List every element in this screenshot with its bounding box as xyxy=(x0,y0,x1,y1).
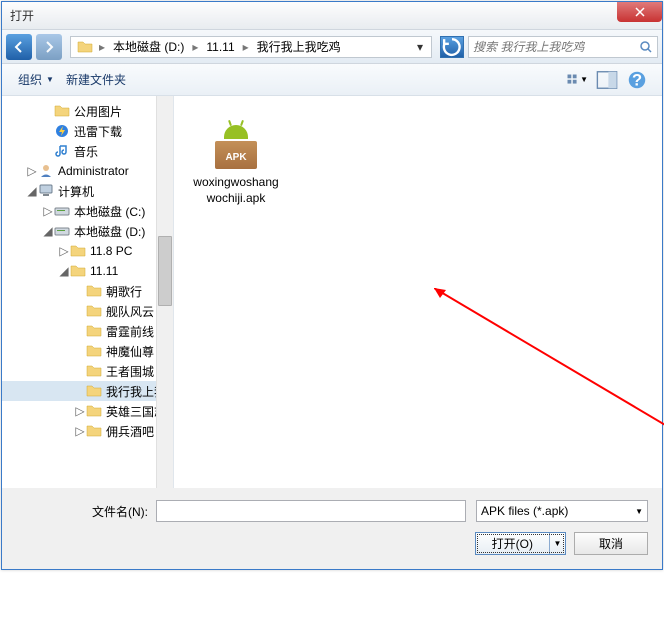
tree-item[interactable]: ▷ Administrator xyxy=(2,161,173,181)
open-dropdown-icon[interactable]: ▼ xyxy=(549,533,565,554)
tree-item[interactable]: 雷霆前线 xyxy=(2,321,173,341)
tree-item-label: 朝歌行 xyxy=(106,283,142,300)
tree-item[interactable]: 神魔仙尊 xyxy=(2,341,173,361)
refresh-button[interactable] xyxy=(440,36,464,58)
tree-item-label: 王者围城 xyxy=(106,363,154,380)
breadcrumb-sep-icon: ▸ xyxy=(190,40,200,54)
tree-item[interactable]: 迅雷下载 xyxy=(2,121,173,141)
apk-icon: APK xyxy=(210,117,262,169)
chevron-down-icon: ▼ xyxy=(635,507,643,516)
scrollbar-thumb[interactable] xyxy=(158,236,172,306)
nav-bar: ▸ 本地磁盘 (D:) ▸ 11.11 ▸ 我行我上我吃鸡 ▾ xyxy=(2,30,662,64)
filetype-dropdown[interactable]: APK files (*.apk) ▼ xyxy=(476,500,648,522)
main-area: 公用图片迅雷下载音乐 ▷ Administrator ◢ 计算机 ▷ 本地磁盘 (C:) ◢ 本… xyxy=(2,96,662,488)
open-button-label: 打开(O) xyxy=(476,533,549,554)
tree-item[interactable]: ▷ 本地磁盘 (C:) xyxy=(2,201,173,221)
tree-item[interactable]: 王者围城 xyxy=(2,361,173,381)
back-button[interactable] xyxy=(6,34,32,60)
tree-expand-icon[interactable]: ◢ xyxy=(26,184,38,198)
tree-item-label: 11.8 PC xyxy=(90,244,132,258)
preview-pane-button[interactable] xyxy=(596,69,618,91)
tree-expand-icon[interactable]: ▷ xyxy=(74,404,86,418)
tree-expand-icon[interactable]: ▷ xyxy=(42,204,54,218)
filename-input[interactable] xyxy=(156,500,466,522)
tree-item-label: 本地磁盘 (D:) xyxy=(74,223,145,240)
annotation-arrow-icon xyxy=(434,288,664,458)
file-name-label: woxingwoshang wochiji.apk xyxy=(191,175,281,206)
filetype-label: APK files (*.apk) xyxy=(481,504,568,518)
file-list[interactable]: APK woxingwoshang wochiji.apk xyxy=(174,96,662,488)
tree-item[interactable]: 我行我上我 xyxy=(2,381,173,401)
breadcrumb-item[interactable]: 11.11 xyxy=(200,40,240,54)
breadcrumb-item[interactable]: 我行我上我吃鸡 xyxy=(251,38,347,55)
view-button[interactable]: ▼ xyxy=(566,69,588,91)
tree-item-label: 公用图片 xyxy=(74,103,122,120)
search-box[interactable] xyxy=(468,36,658,58)
new-folder-button[interactable]: 新建文件夹 xyxy=(60,71,132,88)
chevron-down-icon: ▼ xyxy=(580,75,588,84)
folder-icon xyxy=(77,39,93,55)
toolbar: 组织 ▼ 新建文件夹 ▼ ? xyxy=(2,64,662,96)
breadcrumb-item[interactable]: 本地磁盘 (D:) xyxy=(107,38,190,55)
title-bar: 打开 xyxy=(2,2,662,30)
organize-label: 组织 xyxy=(18,71,42,88)
tree-expand-icon[interactable]: ◢ xyxy=(42,224,54,238)
folder-tree[interactable]: 公用图片迅雷下载音乐 ▷ Administrator ◢ 计算机 ▷ 本地磁盘 (C:) ◢ 本… xyxy=(2,96,174,488)
footer: 文件名(N): APK files (*.apk) ▼ 打开(O) ▼ 取消 xyxy=(2,488,662,569)
tree-item-label: 迅雷下载 xyxy=(74,123,122,140)
address-bar[interactable]: ▸ 本地磁盘 (D:) ▸ 11.11 ▸ 我行我上我吃鸡 ▾ xyxy=(70,36,432,58)
tree-item[interactable]: 音乐 xyxy=(2,141,173,161)
cancel-button[interactable]: 取消 xyxy=(574,532,648,555)
apk-icon-label: APK xyxy=(210,152,262,163)
tree-item-label: Administrator xyxy=(58,164,129,178)
tree-expand-icon[interactable]: ◢ xyxy=(58,264,70,278)
tree-item[interactable]: ◢ 11.11 xyxy=(2,261,173,281)
tree-item-label: 本地磁盘 (C:) xyxy=(74,203,145,220)
tree-scrollbar[interactable] xyxy=(156,96,173,488)
help-button[interactable]: ? xyxy=(626,69,648,91)
svg-text:?: ? xyxy=(632,71,642,89)
tree-expand-icon[interactable]: ▷ xyxy=(58,244,70,258)
tree-item[interactable]: ◢ 计算机 xyxy=(2,181,173,201)
open-button[interactable]: 打开(O) ▼ xyxy=(475,532,566,555)
filename-label: 文件名(N): xyxy=(16,503,156,520)
tree-item-label: 音乐 xyxy=(74,143,98,160)
chevron-down-icon: ▼ xyxy=(46,75,54,84)
tree-expand-icon[interactable]: ▷ xyxy=(74,424,86,438)
tree-expand-icon[interactable]: ▷ xyxy=(26,164,38,178)
tree-item-label: 舰队风云 xyxy=(106,303,154,320)
tree-item-label: 佣兵酒吧 xyxy=(106,423,154,440)
tree-item[interactable]: ▷ 佣兵酒吧 xyxy=(2,421,173,441)
tree-item[interactable]: ◢ 本地磁盘 (D:) xyxy=(2,221,173,241)
organize-menu[interactable]: 组织 ▼ xyxy=(12,71,60,88)
close-button[interactable] xyxy=(617,2,662,22)
window-title: 打开 xyxy=(10,7,34,24)
tree-item-label: 神魔仙尊 xyxy=(106,343,154,360)
tree-item-label: 雷霆前线 xyxy=(106,323,154,340)
tree-item[interactable]: 舰队风云 xyxy=(2,301,173,321)
tree-item-label: 11.11 xyxy=(90,264,118,278)
file-item-apk[interactable]: APK woxingwoshang wochiji.apk xyxy=(186,108,286,211)
tree-item[interactable]: 朝歌行 xyxy=(2,281,173,301)
forward-button[interactable] xyxy=(36,34,62,60)
breadcrumb-sep-icon: ▸ xyxy=(241,40,251,54)
tree-item-label: 计算机 xyxy=(58,183,94,200)
tree-item[interactable]: 公用图片 xyxy=(2,101,173,121)
tree-item[interactable]: ▷ 11.8 PC xyxy=(2,241,173,261)
breadcrumb-sep-icon: ▸ xyxy=(97,40,107,54)
tree-item[interactable]: ▷英雄三国志 xyxy=(2,401,173,421)
search-input[interactable] xyxy=(473,40,639,54)
breadcrumb-dropdown-icon[interactable]: ▾ xyxy=(411,40,429,54)
search-icon xyxy=(639,40,653,54)
